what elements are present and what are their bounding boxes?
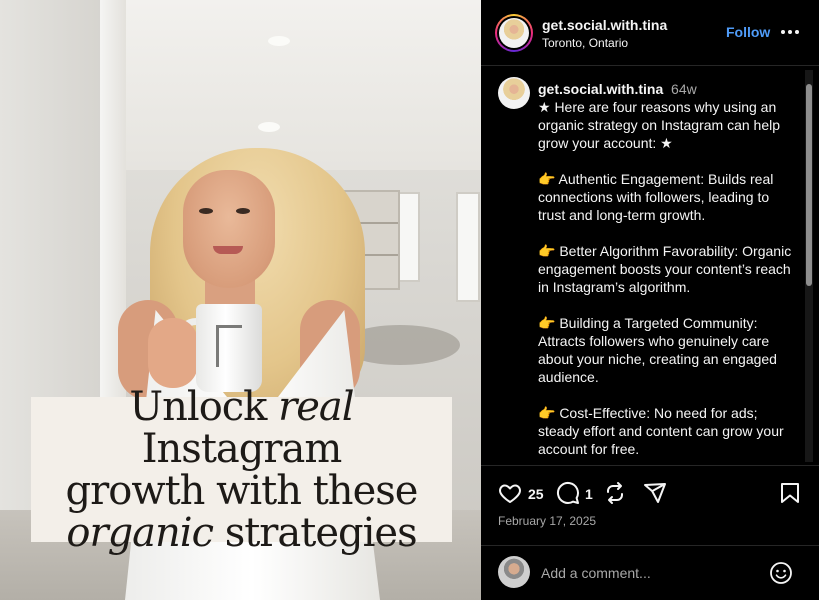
caption-text-block: get.social.with.tina 64w ★ Here are four…: [538, 80, 800, 458]
post-image[interactable]: Unlock real Instagram growth with these …: [0, 0, 481, 600]
header-username[interactable]: get.social.with.tina: [542, 17, 667, 33]
post-date[interactable]: February 17, 2025: [498, 514, 596, 528]
background-window: [398, 192, 420, 282]
profile-avatar[interactable]: [495, 14, 533, 52]
person-eye: [236, 208, 250, 214]
bookmark-icon[interactable]: [778, 481, 802, 505]
share-icon[interactable]: [643, 481, 667, 505]
current-user-avatar: [498, 556, 530, 588]
avatar-image: [499, 18, 529, 48]
post-sidebar: get.social.with.tina Toronto, Ontario Fo…: [481, 0, 819, 600]
person-hand: [148, 318, 198, 388]
overlay-text-card: Unlock real Instagram growth with these …: [31, 386, 452, 554]
overlay-line-1: Unlock real Instagram: [129, 383, 354, 472]
comment-icon[interactable]: [556, 481, 580, 505]
caption-avatar[interactable]: [498, 77, 530, 109]
heart-icon[interactable]: [498, 481, 522, 505]
post-actions: 25 1 February 17, 2025: [481, 465, 819, 545]
repost-icon[interactable]: [603, 481, 627, 505]
background-ceiling: [100, 0, 481, 170]
person-face: [183, 170, 275, 288]
person-eye: [199, 208, 213, 214]
emoji-icon[interactable]: [769, 561, 793, 585]
comment-input[interactable]: [541, 564, 761, 582]
overlay-line-2: growth with these: [65, 467, 419, 514]
caption-timestamp[interactable]: 64w: [671, 81, 697, 97]
more-horizontal-icon[interactable]: [781, 24, 799, 38]
overlay-line-3: organic strategies: [66, 509, 417, 556]
mug-logo: [216, 325, 242, 367]
comment-bar: [481, 545, 819, 600]
header-location[interactable]: Toronto, Ontario: [542, 36, 628, 50]
background-window: [456, 192, 480, 302]
person-mouth: [213, 246, 243, 254]
caption-body: ★ Here are four reasons why using an org…: [538, 99, 792, 457]
ceiling-light: [268, 36, 290, 46]
follow-button[interactable]: Follow: [726, 24, 770, 40]
caption-section: get.social.with.tina 64w ★ Here are four…: [481, 67, 819, 464]
like-count[interactable]: 25: [528, 486, 544, 502]
ceiling-light: [258, 122, 280, 132]
scrollbar-thumb[interactable]: [806, 84, 812, 286]
post-header: get.social.with.tina Toronto, Ontario Fo…: [481, 0, 819, 66]
caption-scrollbar[interactable]: [805, 70, 813, 462]
caption-username[interactable]: get.social.with.tina: [538, 81, 663, 97]
comment-count[interactable]: 1: [585, 486, 593, 502]
